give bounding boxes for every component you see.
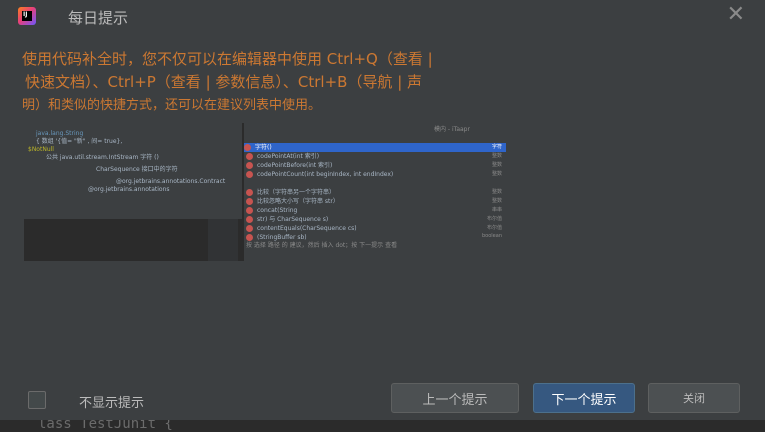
dont-show-checkbox[interactable] <box>28 391 46 409</box>
type-tag: 整数 <box>491 189 502 195</box>
method-icon <box>246 189 253 196</box>
method-icon <box>246 153 253 160</box>
completion-item: contentEquals(CharSequence cs) <box>246 224 357 233</box>
completion-item: 字符() <box>244 143 506 152</box>
close-icon[interactable]: ✕ <box>727 3 745 27</box>
intellij-app-icon: IJ <box>18 7 36 25</box>
method-icon <box>246 162 253 169</box>
close-button[interactable]: 关闭 <box>648 383 740 413</box>
code-line: lass TestJunit { <box>38 420 173 432</box>
method-icon <box>246 234 253 241</box>
type-tag: 布尔值 <box>486 216 502 222</box>
completion-item: codePointAt(int 索引) <box>246 152 319 161</box>
completion-item: codePointCount(int beginIndex, int endIn… <box>246 170 393 179</box>
editor-gutter <box>208 219 238 261</box>
method-icon <box>246 207 253 214</box>
editor-background-code: lass TestJunit { <box>0 420 765 432</box>
type-tag: 整数 <box>491 198 502 204</box>
previous-tip-button[interactable]: 上一个提示 <box>391 383 519 413</box>
dont-show-label[interactable]: 不显示提示 <box>79 392 144 411</box>
type-tag: 字符 <box>491 144 502 150</box>
dialog-title: 每日提示 <box>68 9 129 27</box>
doc-row: 公共 java.util.stream.IntStream 字符 () <box>46 154 159 161</box>
popup-footer-hint: 按 选择 路径 的 建议，然后 插入 dot；按 下一提示 查看 <box>246 242 398 249</box>
type-tag: 整数 <box>491 153 502 159</box>
tip-text: 使用代码补全时，您不仅可以在编辑器中使用 Ctrl+Q（查看 | 快速文档）、C… <box>22 48 462 117</box>
type-tag: 布尔值 <box>486 225 502 231</box>
tip-line: 使用代码补全时，您不仅可以在编辑器中使用 Ctrl+Q（查看 | <box>22 50 433 68</box>
tip-illustration: java.lang.String { 数组 '{值= "新" , 间= true… <box>24 123 506 261</box>
method-icon <box>246 171 253 178</box>
method-icon <box>246 225 253 232</box>
type-tag: 串串 <box>491 207 502 213</box>
method-icon <box>246 198 253 205</box>
completion-item: str) 与 CharSequence s) <box>246 215 328 224</box>
next-tip-button[interactable]: 下一个提示 <box>533 383 635 413</box>
completion-item: concat(String <box>246 206 297 215</box>
completion-popup: 模内 - iTaapr 字符() codePointAt(int 索引) cod… <box>244 123 506 261</box>
method-icon <box>246 216 253 223</box>
method-icon <box>244 144 251 151</box>
dialog-titlebar: IJ 每日提示 ✕ <box>0 0 765 32</box>
tip-of-the-day-dialog: IJ 每日提示 ✕ 使用代码补全时，您不仅可以在编辑器中使用 Ctrl+Q（查看… <box>0 0 765 420</box>
tip-line: 快速文档）、Ctrl+P（查看 | 参数信息）、Ctrl+B（导航 | 声 <box>25 73 423 91</box>
doc-row: CharSequence 接口中的字符 <box>96 166 178 173</box>
popup-header: 模内 - iTaapr <box>434 126 470 133</box>
completion-item: codePointBefore(int 索引) <box>246 161 332 170</box>
doc-row: @org.jetbrains.annotations <box>88 186 170 193</box>
quick-doc-panel: java.lang.String { 数组 '{值= "新" , 间= true… <box>24 123 242 219</box>
type-tag: 整数 <box>491 162 502 168</box>
type-tag: boolean <box>482 233 502 239</box>
type-tag: 整数 <box>491 171 502 177</box>
completion-item: 比较忽略大小写（字符串 str） <box>246 197 339 206</box>
tip-line: 明）和类似的快捷方式，还可以在建议列表中使用。 <box>22 98 322 113</box>
completion-item: 比较（字符串另一个字符串） <box>246 188 335 197</box>
